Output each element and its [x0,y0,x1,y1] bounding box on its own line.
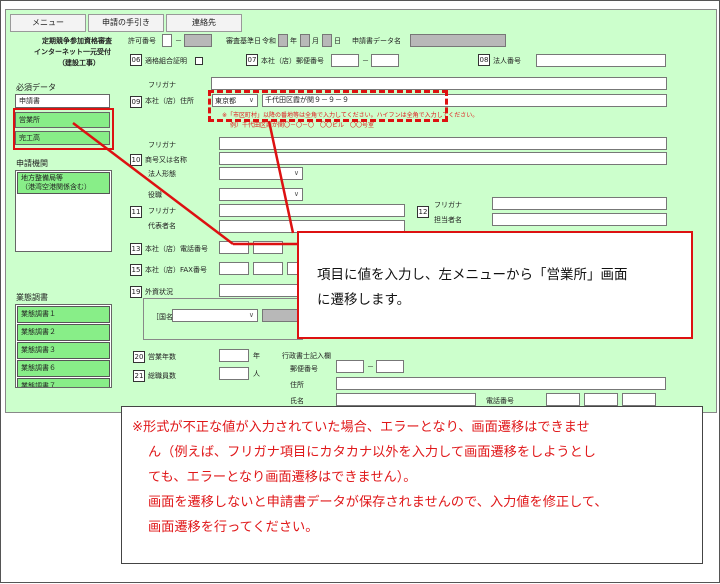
instruction-line-1: 項目に値を入力し、左メニューから「営業所」画面 [317,267,628,283]
error-note-line-4: 画面を遷移しないと申請書データが保存されませんので、入力値を修正して、 [148,495,608,510]
error-note-line-3: ても、エラーとなり画面遷移はできません）。 [148,470,417,485]
error-note-line-5: 画面遷移を行ってください。 [148,520,319,535]
error-note-line-1: ※形式が不正な値が入力されていた場合、エラーとなり、画面遷移はできませ [132,420,590,435]
instruction-callout: 項目に値を入力し、左メニューから「営業所」画面 に遷移します。 [297,231,693,339]
screenshot-frame: メニュー 申請の手引き 連絡先 定期競争参加資格審査 インターネット一元受付 （… [0,0,720,583]
instruction-line-2: に遷移します。 [317,292,411,308]
instruction-text: 項目に値を入力し、左メニューから「営業所」画面 に遷移します。 [317,263,628,313]
error-note-text: ※形式が不正な値が入力されていた場合、エラーとなり、画面遷移はできませ ん（例え… [132,415,608,540]
error-note-box: ※形式が不正な値が入力されていた場合、エラーとなり、画面遷移はできませ ん（例え… [121,406,703,564]
connector-sidebar-line [72,122,234,245]
connector-address-line [267,120,295,234]
error-note-line-2: ん（例えば、フリガナ項目にカタカナ以外を入力して画面遷移をしようとし [148,445,596,460]
